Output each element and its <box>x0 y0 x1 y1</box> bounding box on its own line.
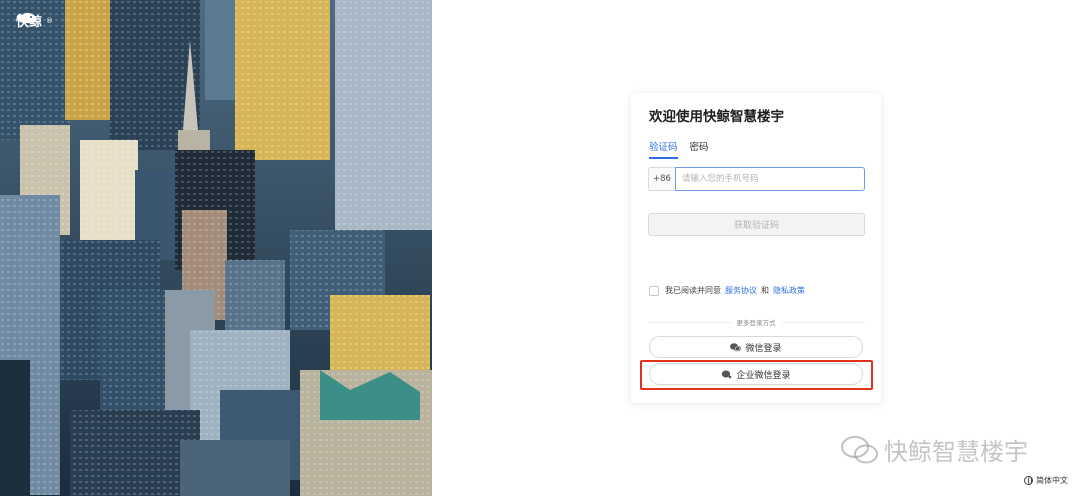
get-code-button[interactable]: 获取验证码 <box>648 213 865 236</box>
agreement-text: 我已阅读并同意 <box>665 286 721 295</box>
wechat-icon <box>730 342 742 351</box>
wechat-login-button[interactable]: 微信登录 <box>649 336 863 358</box>
login-title: 欢迎使用快鲸智慧楼宇 <box>649 109 784 125</box>
more-login-text: 更多登录方式 <box>730 319 782 327</box>
login-tabs: 验证码 密码 <box>649 139 709 159</box>
wecom-icon <box>722 370 732 378</box>
language-label: 简体中文 <box>1036 476 1068 485</box>
city-hero-image: 快鲸® <box>0 0 432 496</box>
and-text: 和 <box>761 286 769 295</box>
login-card: 欢迎使用快鲸智慧楼宇 验证码 密码 +86 获取验证码 我已阅读并同意 服务协议… <box>631 93 881 403</box>
whale-icon <box>16 12 37 24</box>
agreement-checkbox[interactable] <box>649 285 659 296</box>
more-login-label: 更多登录方式 <box>631 317 881 327</box>
login-page: 快鲸® 欢迎使用快鲸智慧楼宇 验证码 密码 +86 获取验证码 我已阅读并同意 … <box>0 0 1080 496</box>
country-code-select[interactable]: +86 <box>648 167 675 191</box>
tab-password[interactable]: 密码 <box>690 139 709 159</box>
city-skyline-illustration <box>0 0 432 496</box>
watermark: 快鲸智慧楼宇 <box>840 432 1028 467</box>
brand-registered-mark: ® <box>46 16 54 25</box>
wechat-login-label: 微信登录 <box>745 343 782 354</box>
watermark-text: 快鲸智慧楼宇 <box>884 438 1028 466</box>
wechat-icon <box>841 435 878 463</box>
language-switcher[interactable]: 简体中文 <box>1024 475 1068 486</box>
agreement-row: 我已阅读并同意 服务协议 和 隐私政策 <box>649 285 809 296</box>
privacy-link[interactable]: 隐私政策 <box>773 285 805 296</box>
wecom-login-button[interactable]: 企业微信登录 <box>649 363 863 385</box>
globe-icon <box>1024 476 1033 485</box>
wecom-login-label: 企业微信登录 <box>736 370 791 381</box>
brand-logo: 快鲸® <box>16 11 53 30</box>
terms-link[interactable]: 服务协议 <box>725 285 757 296</box>
phone-input-group: +86 <box>648 167 865 191</box>
tab-verification-code[interactable]: 验证码 <box>649 139 678 159</box>
phone-input[interactable] <box>675 167 865 191</box>
